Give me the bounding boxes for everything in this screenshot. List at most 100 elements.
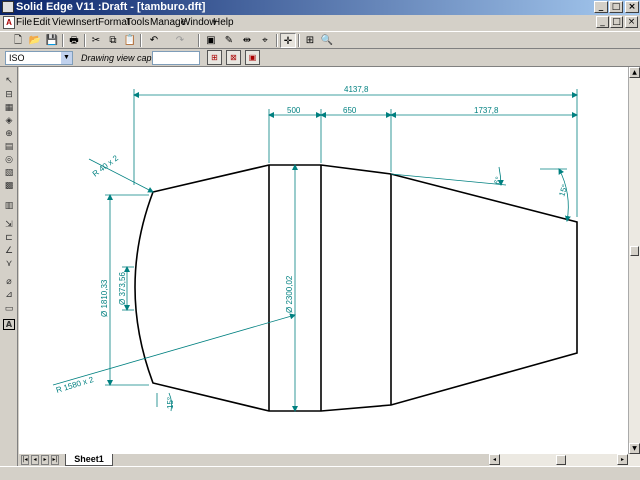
cut-icon[interactable]: ✂ bbox=[88, 33, 104, 48]
menu-edit[interactable]: Edit bbox=[33, 17, 50, 28]
horizontal-scroll-thumb[interactable] bbox=[556, 455, 566, 465]
drawing-view-icon[interactable]: ▧ bbox=[3, 168, 15, 179]
minimize-button[interactable]: _ bbox=[594, 1, 608, 13]
dim-seg-1[interactable]: 500 bbox=[287, 106, 301, 115]
toolbar-separator bbox=[84, 34, 86, 47]
drawing-view-caption-input[interactable] bbox=[152, 51, 200, 65]
sheet-tab-sheet1[interactable]: Sheet1 bbox=[65, 454, 113, 466]
dim-bottom-radius[interactable]: R 1580 x 2 bbox=[55, 375, 95, 395]
menu-window[interactable]: Window bbox=[181, 17, 217, 28]
dimension-lines bbox=[52, 89, 578, 412]
scroll-up-button[interactable]: ▲ bbox=[629, 67, 640, 78]
ribbon-bar: ISO ▼ Drawing view caption: ⊞ ⊠ ▣ bbox=[0, 49, 640, 67]
paste-icon[interactable]: 📋 bbox=[122, 33, 138, 48]
view-update-icon[interactable]: ⊠ bbox=[226, 50, 241, 65]
dim-main-diameter[interactable]: Ø 2300,02 bbox=[285, 275, 294, 313]
part-list-icon[interactable]: ▥ bbox=[3, 201, 15, 212]
last-sheet-button[interactable]: ▸| bbox=[51, 455, 59, 465]
vertical-scrollbar[interactable]: ▲ ▼ bbox=[628, 67, 640, 454]
scroll-left-button[interactable]: ◂ bbox=[489, 454, 500, 465]
menu-format[interactable]: Format bbox=[98, 17, 130, 28]
scroll-down-button[interactable]: ▼ bbox=[629, 443, 640, 454]
menu-file[interactable]: File bbox=[16, 17, 32, 28]
detail-view-icon[interactable]: ▤ bbox=[3, 142, 15, 153]
standard-combo[interactable]: ISO ▼ bbox=[5, 51, 73, 65]
draw-icon[interactable]: ✎ bbox=[221, 33, 237, 48]
chamfer-dimension-icon[interactable]: ⊿ bbox=[3, 290, 15, 301]
toolbar-separator bbox=[198, 34, 200, 47]
doc-close-button[interactable]: × bbox=[625, 16, 638, 28]
undo-icon[interactable]: ↶ bbox=[146, 33, 162, 48]
symmetric-diameter-icon[interactable]: ⌀ bbox=[3, 277, 15, 288]
print-icon[interactable]: 🖶 bbox=[66, 33, 82, 48]
coordinate-dimension-icon[interactable]: ⋎ bbox=[3, 259, 15, 270]
standard-value: ISO bbox=[9, 53, 25, 63]
dim-angle-bottom[interactable]: 15° bbox=[166, 397, 175, 409]
toolbar-separator bbox=[62, 34, 64, 47]
new-icon[interactable]: 🗋 bbox=[10, 33, 26, 48]
text-icon[interactable]: A bbox=[3, 319, 15, 330]
draw-tools-toolbar: ↖ ⊟ ▦ ◈ ⊕ ▤ ◎ ▧ ▩ ▥ ⇲ ⊏ ∠ ⋎ ⌀ ⊿ ▭ A bbox=[0, 67, 18, 480]
menu-bar: A File Edit View Insert Format Tools Man… bbox=[0, 15, 640, 31]
drawing-sheet: 4137,8 500 650 1737,8 R 40 x 2 R 1580 x … bbox=[52, 85, 578, 412]
close-button[interactable]: × bbox=[625, 1, 639, 13]
relation-icon[interactable]: ⌖ bbox=[257, 33, 273, 48]
sheet-tab-bar: |◂ ◂ ▸ ▸| Sheet1 ◂ ▸ bbox=[19, 454, 640, 466]
angle-dimension-icon[interactable]: ∠ bbox=[3, 246, 15, 257]
menu-view[interactable]: View bbox=[52, 17, 74, 28]
doc-minimize-button[interactable]: _ bbox=[596, 16, 609, 28]
menu-insert[interactable]: Insert bbox=[73, 17, 98, 28]
drawing-canvas[interactable]: 4137,8 500 650 1737,8 R 40 x 2 R 1580 x … bbox=[19, 67, 628, 454]
scroll-right-button[interactable]: ▸ bbox=[617, 454, 628, 465]
dim-height-left[interactable]: Ø 1810,33 bbox=[100, 279, 109, 317]
horizontal-scrollbar[interactable]: ◂ ▸ bbox=[489, 454, 640, 466]
view-layout-icon[interactable]: ▩ bbox=[3, 181, 15, 192]
distance-dimension-icon[interactable]: ⊏ bbox=[3, 233, 15, 244]
toolbar-separator bbox=[298, 34, 300, 47]
view-options-icon[interactable]: ▣ bbox=[245, 50, 260, 65]
chevron-down-icon[interactable]: ▼ bbox=[61, 52, 72, 64]
prev-sheet-button[interactable]: ◂ bbox=[31, 455, 39, 465]
vertical-scroll-thumb[interactable] bbox=[630, 246, 639, 256]
menu-help[interactable]: Help bbox=[213, 17, 234, 28]
menu-tools[interactable]: Tools bbox=[126, 17, 149, 28]
principal-view-icon[interactable]: ▦ bbox=[3, 103, 15, 114]
solid-edge-app-icon[interactable] bbox=[2, 1, 14, 13]
select-tool-icon[interactable]: ✛ bbox=[280, 33, 296, 48]
smart-dimension-icon[interactable]: ⇲ bbox=[3, 220, 15, 231]
title-bar: Solid Edge V11 :Draft - [tamburo.dft] _ … bbox=[0, 0, 640, 15]
open-icon[interactable]: 📂 bbox=[27, 33, 43, 48]
dim-seg-2[interactable]: 650 bbox=[343, 106, 357, 115]
section-view-icon[interactable]: ⊕ bbox=[3, 129, 15, 140]
view-properties-icon[interactable]: ⊞ bbox=[207, 50, 222, 65]
copy-icon[interactable]: ⧉ bbox=[105, 33, 121, 48]
sheet-setup-icon[interactable]: ▣ bbox=[203, 33, 219, 48]
doc-restore-button[interactable]: □ bbox=[610, 16, 623, 28]
dimension-icon[interactable]: ⇹ bbox=[239, 33, 255, 48]
maximize-button[interactable]: □ bbox=[609, 1, 623, 13]
zoom-area-icon[interactable]: ⊞ bbox=[302, 33, 318, 48]
first-sheet-button[interactable]: |◂ bbox=[21, 455, 29, 465]
main-toolbar: 🗋 📂 💾 🖶 ✂ ⧉ 📋 ↶ ↷ ▣ ✎ ⇹ ⌖ ✛ ⊞ 🔍 bbox=[0, 31, 640, 49]
dim-seg-3[interactable]: 1737,8 bbox=[474, 106, 499, 115]
view-wizard-icon[interactable]: ⊟ bbox=[3, 90, 15, 101]
dim-angle-small[interactable]: 6° bbox=[492, 176, 503, 186]
part-outline bbox=[134, 164, 578, 412]
dimension-texts: 4137,8 500 650 1737,8 R 40 x 2 R 1580 x … bbox=[55, 85, 570, 409]
save-icon[interactable]: 💾 bbox=[44, 33, 60, 48]
document-icon[interactable]: A bbox=[3, 16, 15, 29]
status-bar bbox=[0, 466, 640, 480]
dim-top-radius[interactable]: R 40 x 2 bbox=[91, 153, 121, 178]
broken-view-icon[interactable]: ◎ bbox=[3, 155, 15, 166]
auxiliary-view-icon[interactable]: ◈ bbox=[3, 116, 15, 127]
next-sheet-button[interactable]: ▸ bbox=[41, 455, 49, 465]
toolbar-separator bbox=[140, 34, 142, 47]
redo-icon[interactable]: ↷ bbox=[172, 33, 188, 48]
dim-small-diameter[interactable]: Ø 373,56 bbox=[118, 272, 127, 305]
dim-overall-length[interactable]: 4137,8 bbox=[344, 85, 369, 94]
select-arrow-icon[interactable]: ↖ bbox=[3, 76, 15, 87]
window-title: Solid Edge V11 :Draft - [tamburo.dft] bbox=[16, 1, 206, 13]
callout-icon[interactable]: ▭ bbox=[3, 304, 15, 315]
zoom-icon[interactable]: 🔍 bbox=[319, 33, 335, 48]
toolbar-separator bbox=[276, 34, 278, 47]
